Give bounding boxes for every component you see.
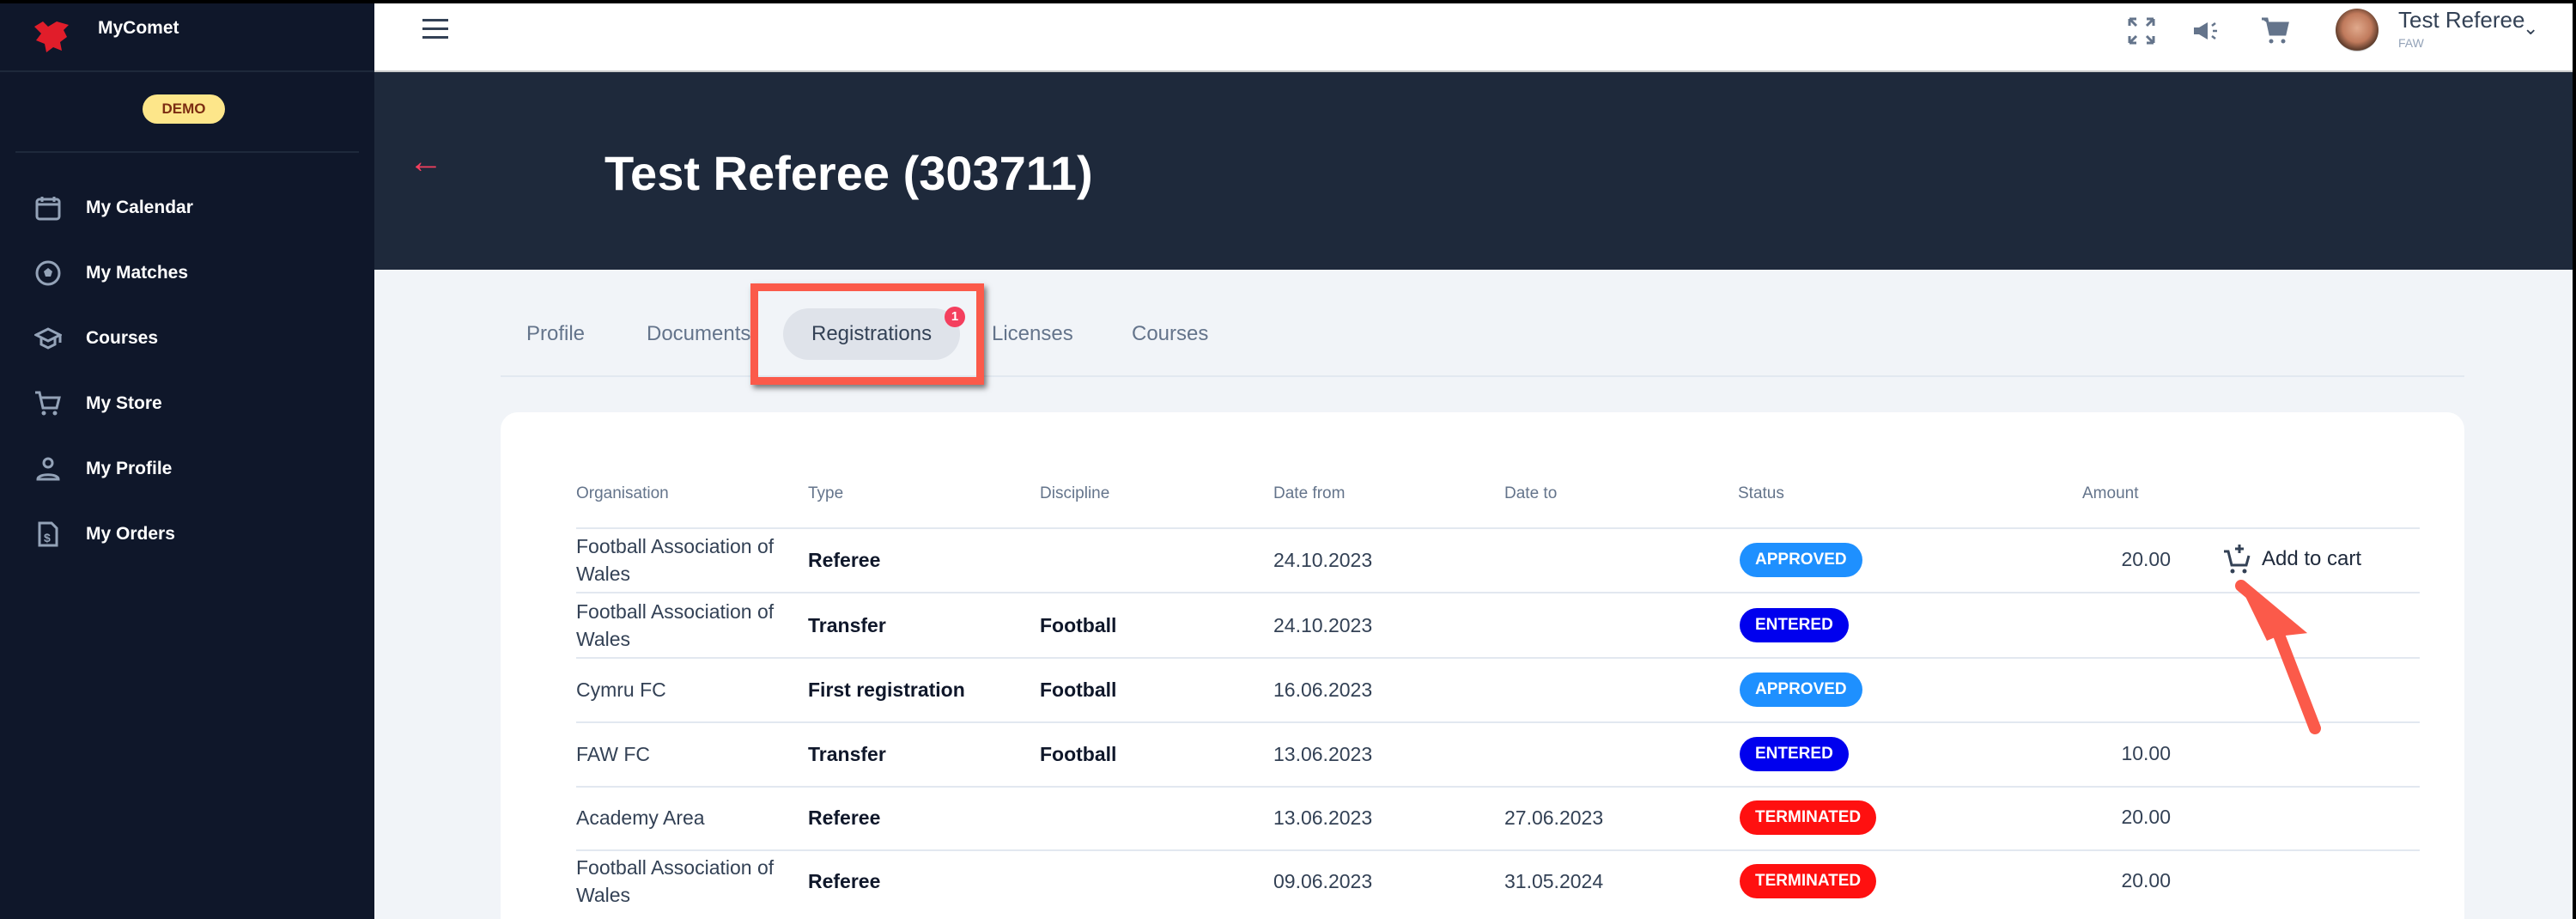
date-to-cell: 31.05.2024: [1504, 870, 1604, 892]
app-name: MyComet: [98, 18, 179, 38]
status-badge: APPROVED: [1740, 673, 1862, 707]
tab-licenses[interactable]: Licenses: [992, 308, 1073, 360]
football-icon: [35, 260, 61, 286]
add-to-cart-label: Add to cart: [2262, 547, 2362, 570]
status-badge: ENTERED: [1740, 608, 1849, 642]
type-cell: First registration: [808, 679, 965, 701]
organisation-cell: Academy Area: [576, 806, 705, 829]
menu-toggle-icon[interactable]: [422, 19, 448, 41]
discipline-cell: Football: [1040, 679, 1117, 701]
sidebar-item-label: My Matches: [86, 263, 189, 283]
sidebar-item-my-store[interactable]: My Store: [0, 371, 374, 436]
status-badge: TERMINATED: [1740, 864, 1877, 898]
organisation-cell: Football Association of Wales: [576, 535, 775, 585]
column-header: Date to: [1504, 484, 1558, 502]
organisation-cell: Cymru FC: [576, 679, 666, 701]
type-cell: Transfer: [808, 614, 886, 636]
tab-documents[interactable]: Documents: [647, 308, 750, 360]
page-title: Test Referee (303711): [605, 146, 1093, 200]
announcement-icon[interactable]: [2190, 15, 2221, 46]
calendar-icon: [35, 197, 61, 221]
chevron-down-icon[interactable]: ⌄: [2523, 17, 2538, 40]
status-badge: ENTERED: [1740, 737, 1849, 771]
amount-cell: 20.00: [2121, 869, 2171, 892]
registrations-table: Organisation Type Discipline Date from D…: [501, 412, 2464, 919]
page-header: ← Test Referee (303711): [374, 72, 2573, 270]
user-icon: [36, 457, 60, 481]
discipline-cell: Football: [1040, 743, 1117, 765]
divider: [576, 592, 2420, 593]
column-header: Discipline: [1040, 484, 1110, 502]
organisation-cell: Football Association of Wales: [576, 600, 775, 650]
type-cell: Transfer: [808, 743, 886, 765]
status-badge: TERMINATED: [1740, 800, 1877, 835]
top-bar: Test Referee FAW ⌄: [374, 3, 2573, 72]
date-from-cell: 16.06.2023: [1273, 679, 1373, 701]
divider: [576, 527, 2420, 529]
amount-cell: 10.00: [2121, 742, 2171, 764]
column-header: Date from: [1273, 484, 1346, 502]
app-window: MyComet DEMO My Calendar My Matches Cour…: [0, 3, 2573, 919]
sidebar-item-my-calendar[interactable]: My Calendar: [0, 175, 374, 240]
sidebar-item-my-matches[interactable]: My Matches: [0, 240, 374, 306]
sidebar-item-my-orders[interactable]: $ My Orders: [0, 502, 374, 567]
sidebar-item-my-profile[interactable]: My Profile: [0, 436, 374, 502]
invoice-icon: $: [38, 521, 58, 547]
type-cell: Referee: [808, 549, 881, 571]
sidebar-item-label: My Orders: [86, 524, 175, 544]
tab-label: Registrations: [811, 322, 933, 345]
tab-courses[interactable]: Courses: [1132, 308, 1208, 360]
fullscreen-icon[interactable]: [2126, 15, 2157, 46]
column-header: Status: [1738, 484, 1784, 502]
date-from-cell: 24.10.2023: [1273, 549, 1373, 571]
graduation-cap-icon: [34, 327, 62, 350]
divider: [576, 849, 2420, 851]
cart-icon: [35, 391, 61, 416]
sidebar-item-courses[interactable]: Courses: [0, 306, 374, 371]
amount-cell: 20.00: [2121, 806, 2171, 828]
notification-badge: 1: [945, 307, 966, 327]
tab-bar: Profile Documents Registrations 1 Licens…: [501, 307, 2464, 377]
brand: MyComet: [0, 3, 374, 72]
user-name[interactable]: Test Referee: [2398, 7, 2524, 33]
add-to-cart-icon: [2224, 545, 2251, 574]
svg-text:$: $: [44, 531, 51, 545]
date-to-cell: 27.06.2023: [1504, 806, 1604, 829]
column-header: Organisation: [576, 484, 669, 502]
cart-icon[interactable]: [2260, 15, 2291, 46]
tab-profile[interactable]: Profile: [526, 308, 585, 360]
env-badge: DEMO: [143, 94, 225, 124]
column-header: Type: [808, 484, 844, 502]
column-header: Amount: [2082, 484, 2139, 502]
back-arrow-icon[interactable]: ←: [409, 143, 443, 181]
divider: [576, 657, 2420, 659]
sidebar-item-label: My Store: [86, 393, 162, 413]
type-cell: Referee: [808, 870, 881, 892]
date-from-cell: 24.10.2023: [1273, 614, 1373, 636]
organisation-cell: FAW FC: [576, 743, 651, 765]
date-from-cell: 13.06.2023: [1273, 806, 1373, 829]
tab-registrations[interactable]: Registrations 1: [783, 307, 966, 360]
sidebar: MyComet DEMO My Calendar My Matches Cour…: [0, 3, 374, 919]
discipline-cell: Football: [1040, 614, 1117, 636]
status-badge: APPROVED: [1740, 543, 1862, 577]
dragon-logo-icon: [31, 20, 72, 54]
sidebar-item-label: Courses: [86, 328, 159, 348]
user-org: FAW: [2398, 36, 2424, 50]
sidebar-item-label: My Profile: [86, 459, 173, 478]
organisation-cell: Football Association of Wales: [576, 856, 775, 906]
divider: [15, 151, 359, 153]
sidebar-nav: My Calendar My Matches Courses My Store …: [0, 175, 374, 567]
date-from-cell: 13.06.2023: [1273, 743, 1373, 765]
add-to-cart-button[interactable]: Add to cart: [2222, 543, 2361, 575]
type-cell: Referee: [808, 806, 881, 829]
sidebar-item-label: My Calendar: [86, 198, 193, 217]
divider: [576, 721, 2420, 723]
divider: [576, 786, 2420, 788]
date-from-cell: 09.06.2023: [1273, 870, 1373, 892]
amount-cell: 20.00: [2121, 548, 2171, 570]
avatar[interactable]: [2336, 9, 2379, 52]
